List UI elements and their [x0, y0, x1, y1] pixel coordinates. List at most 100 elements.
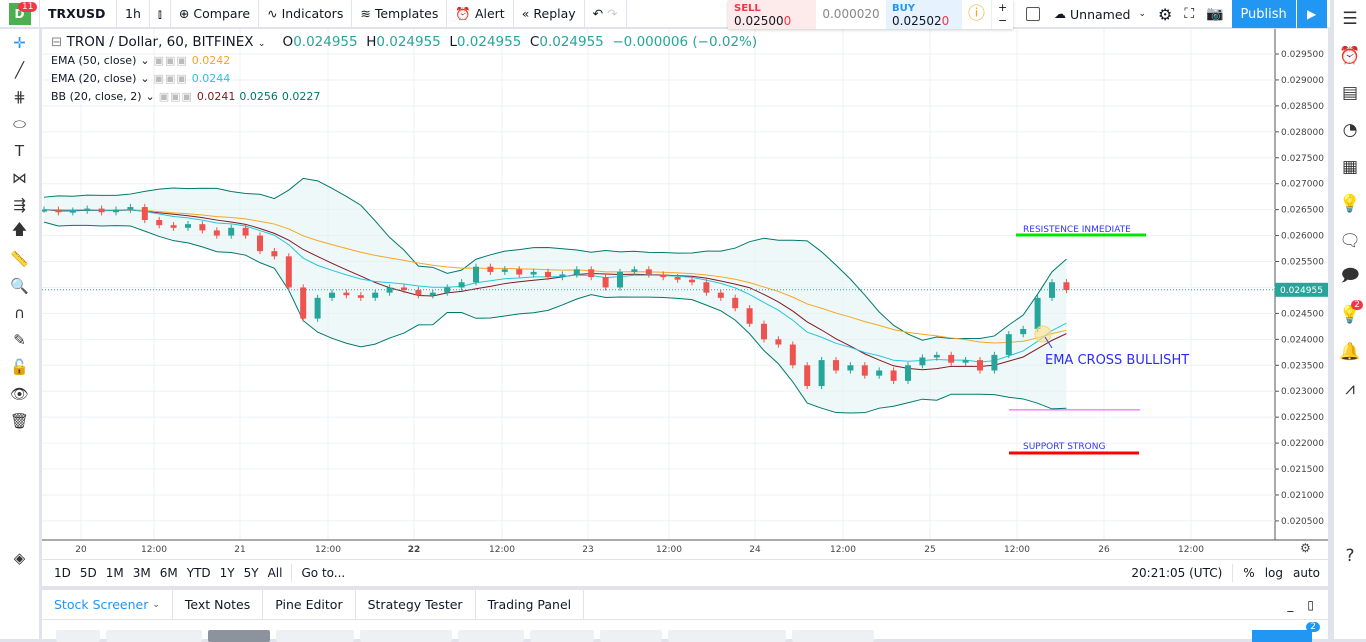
- trash-icon[interactable]: 🗑: [0, 407, 39, 434]
- candles-icon: ⫾: [157, 5, 162, 21]
- app-logo[interactable]: D 11: [0, 0, 40, 28]
- undo-icon[interactable]: ↶: [593, 6, 603, 21]
- range-all[interactable]: All: [268, 566, 283, 580]
- range-3m[interactable]: 3M: [133, 566, 151, 580]
- chats-icon[interactable]: 🗨: [1334, 222, 1366, 259]
- checkbox[interactable]: [1026, 7, 1040, 21]
- templates-button[interactable]: ≋ Templates: [352, 0, 448, 28]
- candle-body: [717, 292, 724, 298]
- clock-time[interactable]: 20:21:05 (UTC): [1131, 566, 1222, 580]
- tab-strategy-tester[interactable]: Strategy Tester: [356, 590, 476, 619]
- indicator-ema20[interactable]: EMA (20, close) ⌄ ▣▣▣ 0.0244: [51, 72, 230, 85]
- tab-text-notes[interactable]: Text Notes: [173, 590, 264, 619]
- minimize-icon[interactable]: _: [1287, 598, 1293, 612]
- shapes-icon[interactable]: ⬭: [0, 110, 39, 137]
- maximize-icon[interactable]: ▯: [1307, 598, 1314, 612]
- candle-body: [761, 323, 767, 340]
- magnet-icon[interactable]: ∩: [0, 299, 39, 326]
- alerts-clock-icon[interactable]: ⏰: [1334, 37, 1366, 74]
- fullscreen-icon[interactable]: ⛶: [1184, 6, 1194, 22]
- help-icon[interactable]: ?: [1334, 537, 1366, 574]
- play-icon[interactable]: ▶: [1296, 0, 1327, 28]
- calendar-icon[interactable]: ▦: [1334, 148, 1366, 185]
- text-icon[interactable]: T: [0, 137, 39, 164]
- gear-icon[interactable]: ⚙: [1158, 5, 1172, 24]
- crosshair-icon[interactable]: ✛: [0, 29, 39, 56]
- watchlist-icon[interactable]: ☰: [1334, 0, 1366, 37]
- candle-body: [213, 230, 220, 236]
- price-tick-label: 0.023000: [1281, 387, 1324, 397]
- alert-button[interactable]: ⏰ Alert: [447, 0, 514, 28]
- ruler-icon[interactable]: 📏: [0, 245, 39, 272]
- arrow-up-icon[interactable]: 🡅: [0, 218, 39, 245]
- symbol-legend: ⊟ TRON / Dollar, 60, BITFINEX ⌄ O0.02495…: [51, 34, 758, 50]
- range-6m[interactable]: 6M: [160, 566, 178, 580]
- sell-button[interactable]: SELL 0.025000: [728, 0, 816, 29]
- pattern-icon[interactable]: ⋈: [0, 164, 39, 191]
- hotlist-icon[interactable]: ◔: [1334, 111, 1366, 148]
- price-tick-label: 0.020500: [1281, 517, 1324, 527]
- chart-type-button[interactable]: ⫾: [150, 0, 171, 28]
- interval-button[interactable]: 1h: [117, 0, 150, 28]
- price-tick-label: 0.024000: [1281, 335, 1324, 345]
- candle-body: [530, 271, 537, 275]
- right-toolbar: ☁ Unnamed ⌄ ⚙ ⛶ 📷 Publish ▶: [1020, 0, 1327, 28]
- indicators-icon: ∿: [267, 6, 278, 21]
- time-tick-label: 12:00: [830, 545, 856, 555]
- range-5y[interactable]: 5Y: [244, 566, 259, 580]
- lock-icon[interactable]: 🔓: [0, 353, 39, 380]
- lock-drawing-icon[interactable]: ✎: [0, 326, 39, 353]
- percent-toggle[interactable]: %: [1243, 566, 1254, 580]
- indicator-buttons: ▣▣▣: [153, 54, 188, 67]
- ideas-icon[interactable]: 💡: [1334, 185, 1366, 222]
- pitchfork-icon[interactable]: ⋕: [0, 83, 39, 110]
- prediction-icon[interactable]: ⇶: [0, 191, 39, 218]
- chat-icon[interactable]: 🗩: [1334, 259, 1366, 296]
- candle-body: [55, 209, 62, 213]
- layers-icon[interactable]: ◈: [0, 544, 39, 571]
- range-1m[interactable]: 1M: [106, 566, 124, 580]
- axis-settings-icon: ⚙: [1300, 541, 1311, 555]
- price-tick-label: 0.023500: [1281, 361, 1324, 371]
- camera-icon[interactable]: 📷: [1206, 6, 1223, 22]
- log-toggle[interactable]: log: [1265, 566, 1283, 580]
- ideas-badge: 2: [1351, 300, 1363, 310]
- tab-trading-panel[interactable]: Trading Panel: [476, 590, 585, 619]
- collapse-icon[interactable]: ⊟: [51, 34, 62, 50]
- tab-pine-editor[interactable]: Pine Editor: [263, 590, 356, 619]
- trend-line-icon[interactable]: ╱: [0, 56, 39, 83]
- auto-toggle[interactable]: auto: [1293, 566, 1320, 580]
- order-panel-icon[interactable]: ⩘: [1334, 370, 1366, 407]
- undo-redo: ↶ ↷: [585, 0, 627, 28]
- symbol-search[interactable]: TRXUSD: [40, 0, 117, 28]
- chevron-down-icon[interactable]: ⌄: [1138, 9, 1146, 19]
- replay-button[interactable]: «Replay: [514, 0, 585, 28]
- range-5d[interactable]: 5D: [80, 566, 97, 580]
- chart-pane[interactable]: ⊟ TRON / Dollar, 60, BITFINEX ⌄ O0.02495…: [42, 29, 1328, 559]
- tab-stock-screener[interactable]: Stock Screener ⌄: [42, 590, 173, 619]
- compare-button[interactable]: ⊕ Compare: [171, 0, 260, 28]
- qty-stepper[interactable]: + −: [991, 0, 1013, 29]
- zoom-icon[interactable]: 🔍: [0, 272, 39, 299]
- streams-icon[interactable]: 💡 2: [1334, 296, 1366, 333]
- range-1d[interactable]: 1D: [54, 566, 71, 580]
- indicator-ema50[interactable]: EMA (50, close) ⌄ ▣▣▣ 0.0242: [51, 54, 230, 67]
- eye-icon[interactable]: 👁: [0, 380, 39, 407]
- publish-button[interactable]: Publish: [1231, 0, 1296, 28]
- indicators-button[interactable]: ∿ Indicators: [259, 0, 353, 28]
- notifications-icon[interactable]: 🔔: [1334, 333, 1366, 370]
- range-ytd[interactable]: YTD: [187, 566, 211, 580]
- info-icon[interactable]: ⓘ: [962, 0, 991, 29]
- support-label: SUPPORT STRONG: [1023, 442, 1105, 452]
- redo-icon[interactable]: ↷: [607, 6, 617, 21]
- range-1y[interactable]: 1Y: [220, 566, 235, 580]
- filters-button[interactable]: [1252, 630, 1312, 642]
- data-window-icon[interactable]: ▤: [1334, 74, 1366, 111]
- buy-button[interactable]: BUY 0.025020: [886, 0, 962, 29]
- time-tick-label: 12:00: [489, 545, 515, 555]
- indicator-bb[interactable]: BB (20, close, 2) ⌄ ▣▣▣ 0.0241 0.0256 0.0227: [51, 90, 320, 103]
- goto-button[interactable]: Go to...: [301, 566, 345, 580]
- alarm-icon: ⏰: [455, 5, 471, 21]
- layout-name[interactable]: Unnamed: [1070, 7, 1130, 22]
- candle-body: [300, 287, 307, 319]
